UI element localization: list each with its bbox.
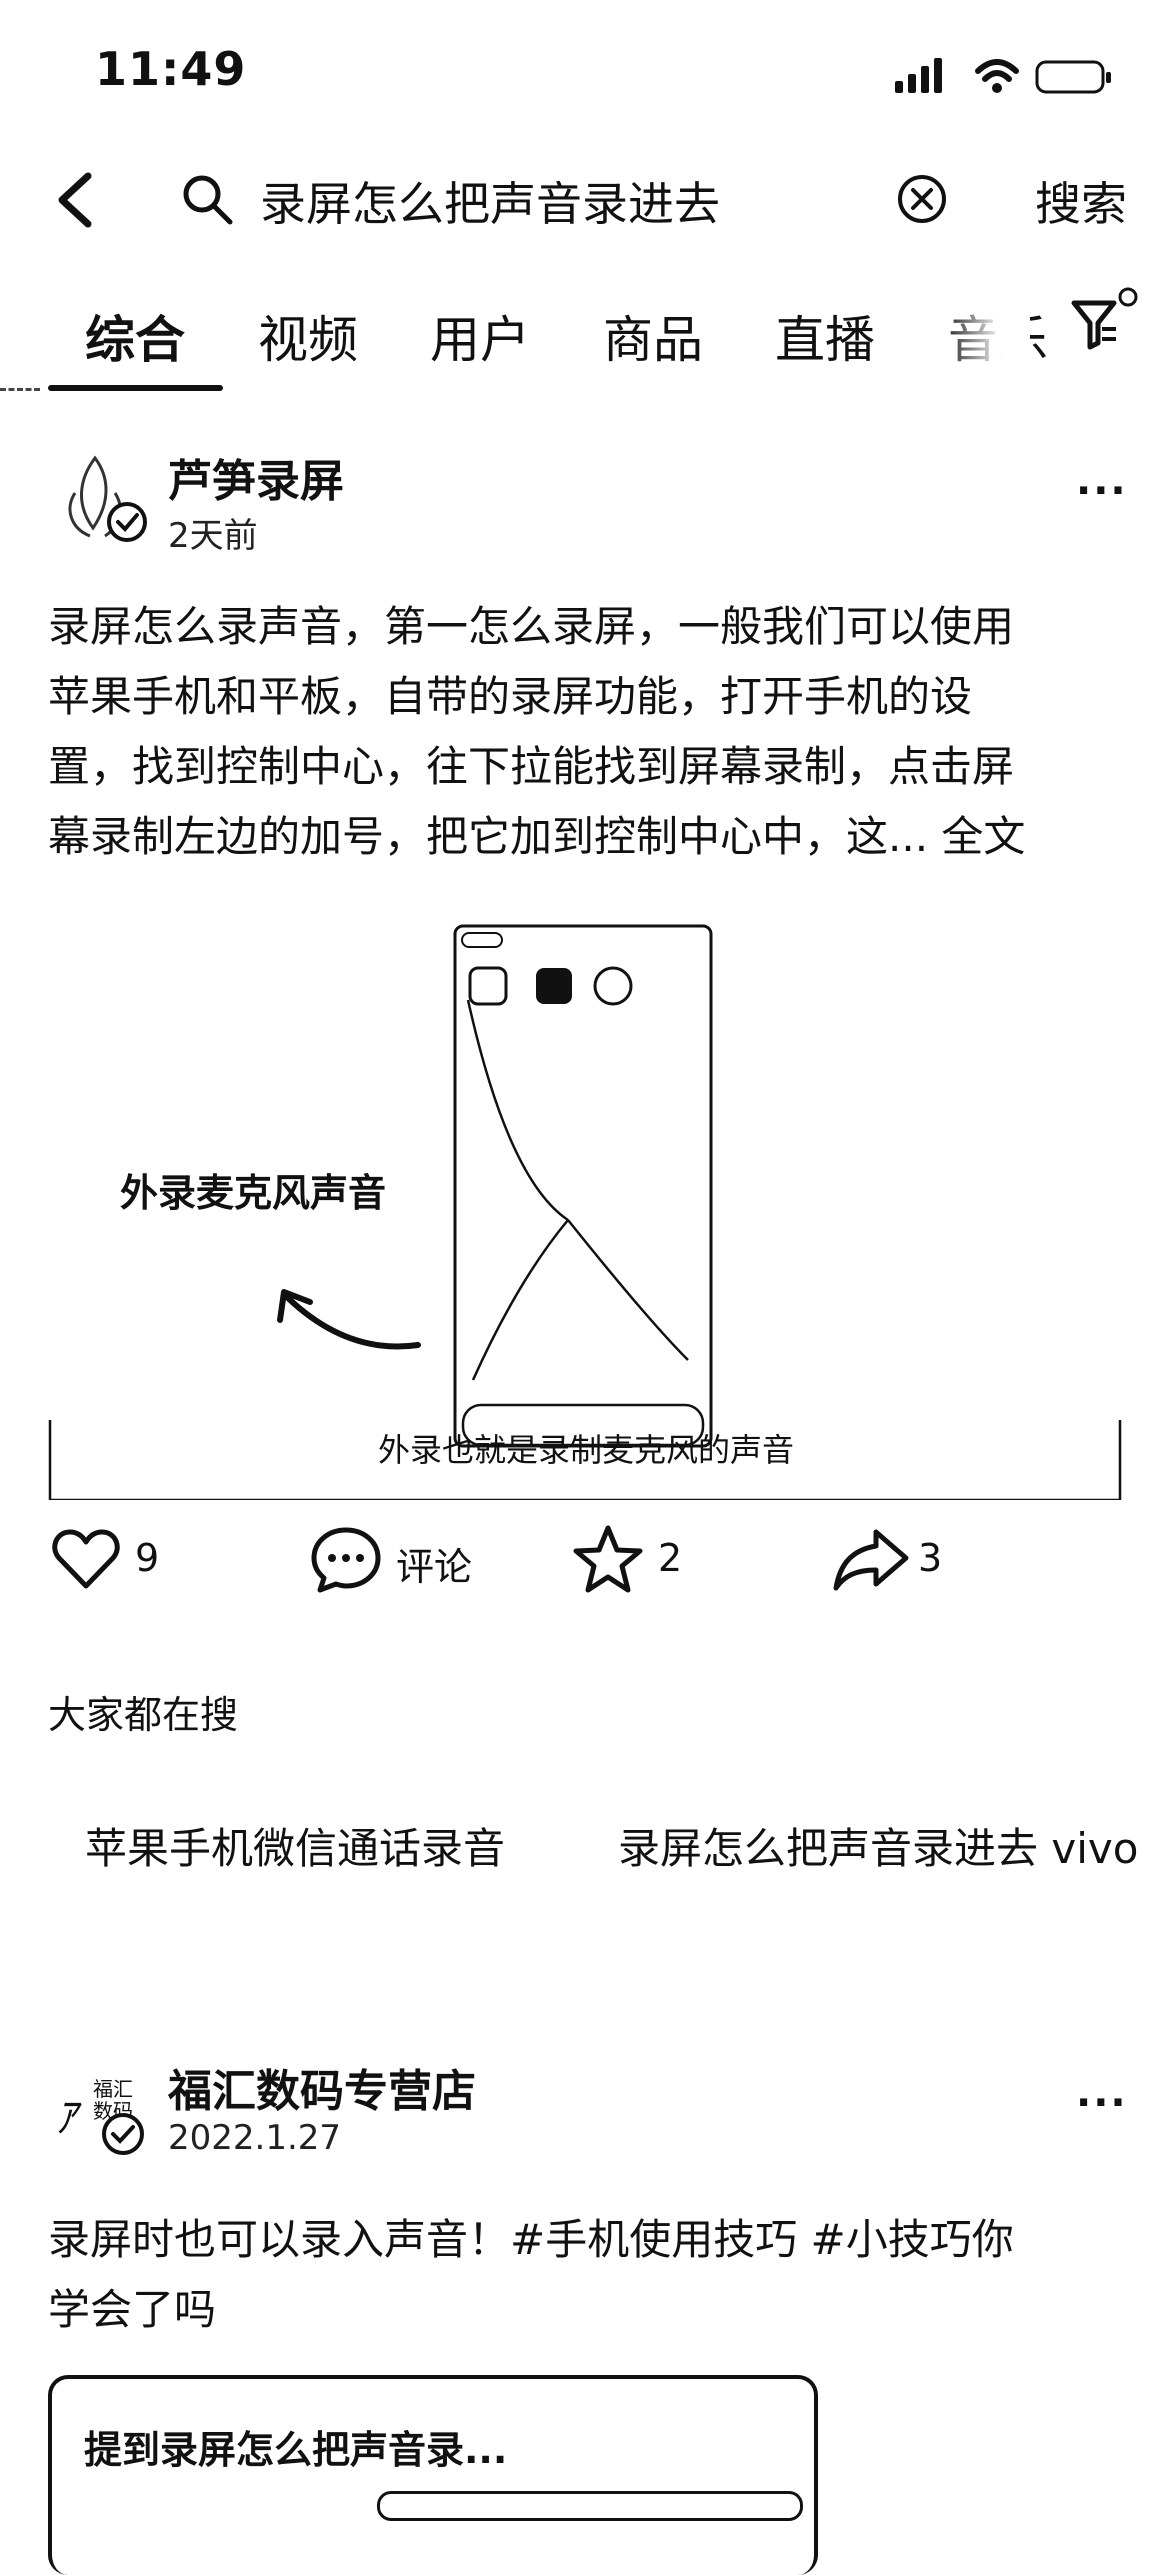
search-input[interactable]: 录屏怎么把声音录进去 <box>260 168 720 234</box>
author-avatar[interactable] <box>55 448 155 548</box>
status-icons <box>895 58 1111 94</box>
expand-full-text-link[interactable]: 全文 <box>941 812 1025 861</box>
suggestion-item[interactable]: 苹果手机微信通话录音 <box>85 1815 505 1876</box>
suggestion-item[interactable]: 录屏怎么把声音录进去 vivo <box>618 1815 1138 1876</box>
tab-live[interactable]: 直播 <box>775 300 875 372</box>
search-button[interactable]: 搜索 <box>1035 168 1127 234</box>
share-icon[interactable] <box>832 1528 910 1592</box>
post-text-line: 置，找到控制中心，往下拉能找到屏幕录制，点击屏 <box>48 742 1015 791</box>
like-icon[interactable] <box>52 1528 120 1590</box>
filter-icon[interactable] <box>1070 285 1145 355</box>
tab-fade <box>940 290 1030 370</box>
tab-users[interactable]: 用户 <box>430 300 530 372</box>
active-tab-indicator <box>48 385 223 391</box>
share-count: 3 <box>918 1536 943 1580</box>
post-text-line: 幕录制左边的加号，把它加到控制中心中，这... 全文 <box>48 812 1026 861</box>
more-options-button[interactable]: ··· <box>1076 468 1128 514</box>
verified-badge-icon <box>102 2113 144 2155</box>
post-text: 录屏时也可以录入声音！#手机使用技巧 #小技巧你 学会了吗 <box>48 2205 1014 2345</box>
more-options-button[interactable]: ··· <box>1076 2080 1128 2126</box>
comment-icon[interactable] <box>310 1526 382 1594</box>
post-time: 2天前 <box>168 516 258 556</box>
video-subtitle: 外录也就是录制麦克风的声音 <box>378 1431 795 1469</box>
tab-video[interactable]: 视频 <box>258 300 358 372</box>
like-count: 9 <box>135 1536 160 1580</box>
post-text-line: 苹果手机和平板，自带的录屏功能，打开手机的设 <box>48 672 973 721</box>
wifi-icon <box>975 59 1019 93</box>
search-icon <box>183 175 233 225</box>
favorite-count: 2 <box>658 1536 683 1580</box>
tab-products[interactable]: 商品 <box>603 300 703 372</box>
post-text: 录屏怎么录声音，第一怎么录屏，一般我们可以使用 苹果手机和平板，自带的录屏功能，… <box>48 592 1025 872</box>
cellular-signal-icon <box>895 58 942 93</box>
video-thumbnail[interactable]: 提到录屏怎么把声音录... <box>48 2375 818 2575</box>
post-time: 2022.1.27 <box>168 2118 342 2158</box>
suggestions-title: 大家都在搜 <box>48 1693 239 1737</box>
post-text-line: 录屏时也可以录入声音！#手机使用技巧 #小技巧你 <box>48 2215 1014 2264</box>
video-overlay-caption: 外录麦克风声音 <box>120 1171 387 1215</box>
author-avatar[interactable]: ｱ 福汇 数码 <box>55 2060 155 2160</box>
post-author-name[interactable]: 福汇数码专营店 <box>168 2055 476 2119</box>
battery-icon <box>1035 60 1111 94</box>
post-text-line: 学会了吗 <box>48 2285 217 2334</box>
back-icon[interactable] <box>52 170 97 230</box>
post-author-name[interactable]: 芦笋录屏 <box>168 445 344 509</box>
video-progress-shape <box>377 2491 803 2521</box>
comment-button-label[interactable]: 评论 <box>396 1536 472 1591</box>
verified-badge-icon <box>107 502 147 542</box>
status-time: 11:49 <box>95 42 247 96</box>
tab-comprehensive[interactable]: 综合 <box>85 300 185 372</box>
post-text-line: 录屏怎么录声音，第一怎么录屏，一般我们可以使用 <box>48 602 1015 651</box>
video-overlay-caption: 提到录屏怎么把声音录... <box>84 2428 508 2472</box>
clear-search-icon[interactable] <box>895 172 950 227</box>
video-thumbnail[interactable]: 外录麦克风声音 外录也就是录制麦克风的声音 <box>48 900 1122 1500</box>
tab-left-divider <box>0 388 40 394</box>
favorite-star-icon[interactable] <box>572 1524 644 1594</box>
